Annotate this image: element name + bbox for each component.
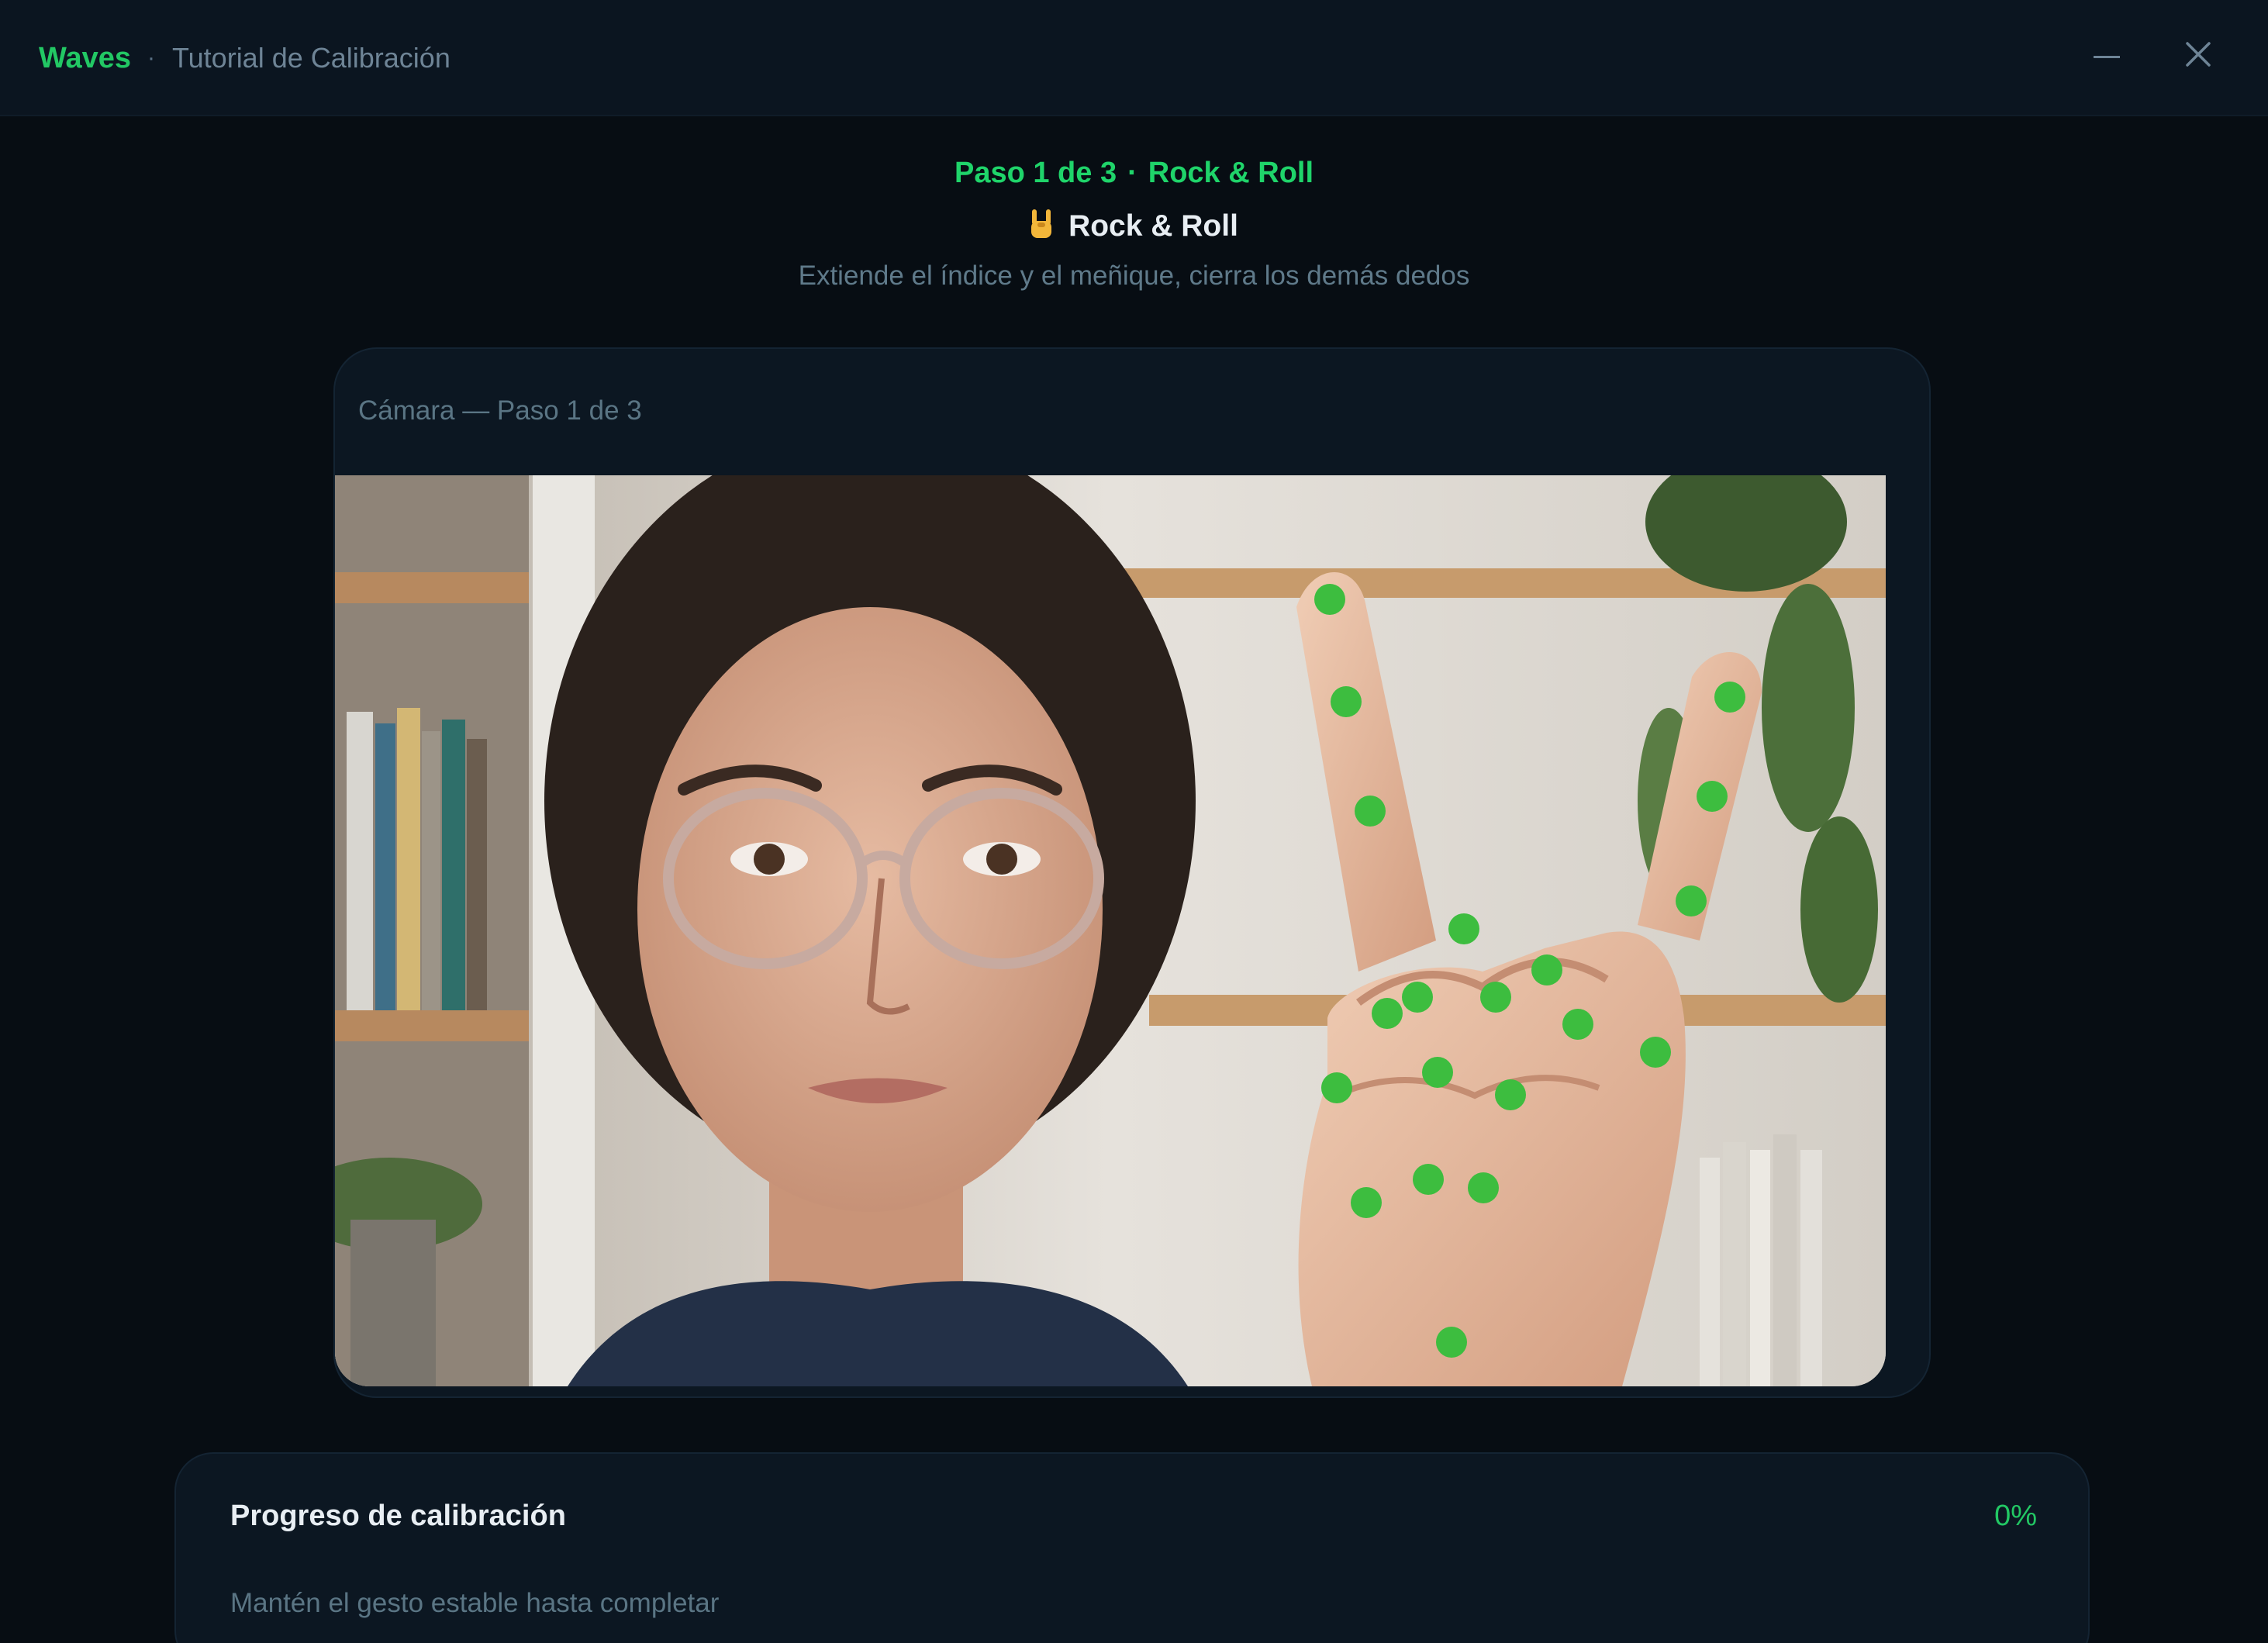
landmark-dot <box>1413 1164 1444 1195</box>
landmark-dot <box>1372 998 1403 1029</box>
landmark-dot <box>1697 781 1728 812</box>
step-separator: · <box>1127 157 1137 189</box>
step-name: Rock & Roll <box>1148 157 1314 189</box>
minimize-icon[interactable] <box>2094 56 2120 58</box>
rock-hand-icon <box>1030 209 1053 250</box>
landmark-dot <box>1331 686 1362 717</box>
camera-card: Cámara — Paso 1 de 3 <box>333 347 1931 1398</box>
gesture-description: Extiende el índice y el meñique, cierra … <box>798 261 1470 291</box>
landmark-dot <box>1714 682 1745 713</box>
landmark-dot <box>1448 913 1479 944</box>
landmark-dot <box>1355 796 1386 827</box>
landmark-dot <box>1495 1079 1526 1110</box>
landmark-dot <box>1562 1009 1593 1040</box>
landmark-dot <box>1351 1187 1382 1218</box>
gesture-heading: Rock & Roll <box>0 207 2268 250</box>
landmark-dot <box>1676 885 1707 916</box>
landmark-dot <box>1640 1037 1671 1068</box>
window-subtitle: Tutorial de Calibración <box>172 42 450 74</box>
landmark-dot <box>1436 1327 1467 1358</box>
landmark-dot <box>1480 982 1511 1013</box>
title-separator: · <box>147 45 155 71</box>
close-icon[interactable] <box>2183 39 2214 70</box>
landmark-dot <box>1314 584 1345 615</box>
landmark-dot <box>1468 1172 1499 1203</box>
title-bar: Waves · Tutorial de Calibración <box>0 0 2268 116</box>
camera-feed <box>335 475 1886 1386</box>
camera-header: Cámara — Paso 1 de 3 <box>358 395 642 426</box>
progress-title: Progreso de calibración <box>230 1500 566 1532</box>
landmark-dot <box>1402 982 1433 1013</box>
progress-hint: Mantén el gesto estable hasta completar <box>230 1588 720 1618</box>
step-counter: Paso 1 de 3 <box>954 157 1117 189</box>
calibration-progress-card: Progreso de calibración 0% Mantén el ges… <box>174 1452 2090 1643</box>
app-brand: Waves <box>39 42 131 74</box>
progress-percentage: 0% <box>1994 1500 2037 1532</box>
calibration-window: Waves · Tutorial de Calibración Paso 1 d… <box>0 0 2268 1643</box>
landmark-dot <box>1531 954 1562 985</box>
landmark-dot <box>1422 1057 1453 1088</box>
step-indicator: Paso 1 de 3 · Rock & Roll <box>0 154 2268 192</box>
landmark-dot <box>1321 1072 1352 1103</box>
gesture-title: Rock & Roll <box>1068 209 1238 243</box>
